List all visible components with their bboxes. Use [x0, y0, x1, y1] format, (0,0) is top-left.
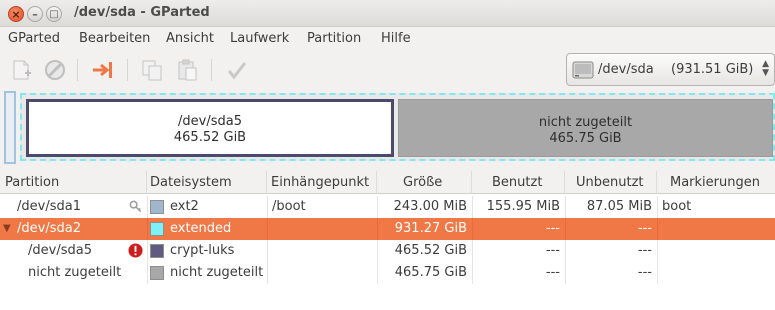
menu-partition[interactable]: Partition: [307, 31, 361, 46]
column-divider: [147, 196, 148, 218]
key-icon: [129, 200, 142, 213]
row-used: ---: [545, 243, 560, 258]
menu-hilfe[interactable]: Hilfe: [381, 31, 411, 46]
row-partition: /dev/sda5: [28, 243, 92, 258]
column-divider: [267, 218, 268, 240]
row-flags: boot: [662, 199, 692, 214]
header-size[interactable]: Größe: [377, 171, 472, 194]
paste-icon[interactable]: [175, 58, 199, 82]
table-row[interactable]: /dev/sda1 ext2 /boot 243.00 MiB 155.95 M…: [0, 196, 775, 218]
diskmap-sda5-name: /dev/sda5: [178, 114, 242, 129]
row-partition: /dev/sda1: [17, 199, 81, 214]
copy-icon[interactable]: [140, 58, 164, 82]
fs-color-swatch: [150, 266, 164, 280]
header-filesystem[interactable]: Dateisystem: [147, 171, 267, 194]
column-divider: [657, 196, 658, 218]
column-divider: [657, 262, 658, 284]
header-unused[interactable]: Unbenutzt: [565, 171, 657, 194]
column-divider: [147, 218, 148, 240]
header-flags[interactable]: Markierungen: [657, 171, 775, 194]
column-divider: [147, 240, 148, 262]
diskmap-sda1-block[interactable]: [4, 91, 16, 164]
row-size: 465.52 GiB: [394, 243, 467, 258]
row-size: 931.27 GiB: [394, 221, 467, 236]
row-size: 465.75 GiB: [394, 265, 467, 280]
row-filesystem: ext2: [170, 199, 199, 214]
row-used: ---: [545, 221, 560, 236]
diskmap-free-name: nicht zugeteilt: [538, 115, 633, 130]
row-filesystem: nicht zugeteilt: [170, 265, 264, 280]
diskmap-sda5-size: 465.52 GiB: [173, 130, 247, 145]
menu-ansicht[interactable]: Ansicht: [166, 31, 214, 46]
menu-bearbeiten[interactable]: Bearbeiten: [79, 31, 150, 46]
window-close-button[interactable]: ×: [8, 6, 24, 22]
toolbar-separator: [77, 59, 78, 81]
partition-table: Partition Dateisystem Einhängepunkt Größ…: [0, 171, 775, 310]
window-maximize-button[interactable]: □: [46, 6, 62, 22]
apply-icon[interactable]: [225, 58, 249, 82]
hard-disk-icon: [572, 61, 594, 79]
fs-color-swatch: [150, 244, 164, 258]
diskmap-unallocated-block[interactable]: nicht zugeteilt 465.75 GiB: [398, 99, 773, 157]
row-partition: /dev/sda2: [17, 221, 81, 236]
device-size: (931.51 GiB): [671, 62, 754, 77]
title-bar: × – □ /dev/sda - GParted: [0, 0, 775, 27]
menu-laufwerk[interactable]: Laufwerk: [230, 31, 289, 46]
row-unused: 87.05 MiB: [586, 199, 652, 214]
diskmap-free-size: 465.75 GiB: [549, 131, 622, 146]
diskmap-extended-block[interactable]: /dev/sda5 465.52 GiB nicht zugeteilt 465…: [20, 93, 775, 161]
table-row[interactable]: /dev/sda5 crypt-luks 465.52 GiB --- ---: [0, 240, 775, 262]
header-used[interactable]: Benutzt: [472, 171, 565, 194]
resize-move-icon[interactable]: [91, 58, 115, 82]
header-mountpoint[interactable]: Einhängepunkt: [267, 171, 377, 194]
row-unused: ---: [637, 265, 652, 280]
error-icon: [128, 243, 143, 258]
column-divider: [267, 196, 268, 218]
window-minimize-button[interactable]: –: [27, 6, 43, 22]
device-selector[interactable]: /dev/sda (931.51 GiB) ▲ ▼: [566, 53, 775, 86]
table-row-selected[interactable]: ▼ /dev/sda2 extended 931.27 GiB --- ---: [0, 218, 775, 240]
column-divider: [267, 262, 268, 284]
delete-icon[interactable]: [43, 58, 67, 82]
row-used: 155.95 MiB: [486, 199, 560, 214]
expander-arrow-icon[interactable]: ▼: [3, 223, 11, 234]
row-unused: ---: [637, 243, 652, 258]
column-divider: [267, 240, 268, 262]
chevron-updown-icon: ▲ ▼: [762, 59, 769, 78]
column-divider: [147, 262, 148, 284]
toolbar-separator: [211, 59, 212, 81]
disk-graphic: /dev/sda5 465.52 GiB nicht zugeteilt 465…: [4, 91, 775, 164]
fs-color-swatch: [150, 200, 164, 214]
row-size: 243.00 MiB: [393, 199, 467, 214]
header-partition[interactable]: Partition: [0, 171, 147, 194]
column-divider: [657, 218, 658, 240]
device-name: /dev/sda: [598, 62, 654, 77]
row-mountpoint: /boot: [272, 199, 306, 214]
table-header: Partition Dateisystem Einhängepunkt Größ…: [0, 171, 775, 194]
row-filesystem: extended: [170, 221, 232, 236]
window-title: /dev/sda - GParted: [74, 5, 210, 20]
row-partition: nicht zugeteilt: [28, 265, 122, 280]
menu-gparted[interactable]: GParted: [8, 31, 60, 46]
toolbar-separator: [127, 59, 128, 81]
fs-color-swatch: [150, 222, 164, 236]
table-row[interactable]: nicht zugeteilt nicht zugeteilt 465.75 G…: [0, 262, 775, 284]
column-divider: [657, 240, 658, 262]
menu-bar: GParted Bearbeiten Ansicht Laufwerk Part…: [0, 27, 775, 51]
new-partition-icon[interactable]: [9, 58, 33, 82]
row-filesystem: crypt-luks: [170, 243, 235, 258]
row-used: ---: [545, 265, 560, 280]
diskmap-sda5-block[interactable]: /dev/sda5 465.52 GiB: [26, 99, 394, 157]
row-unused: ---: [637, 221, 652, 236]
